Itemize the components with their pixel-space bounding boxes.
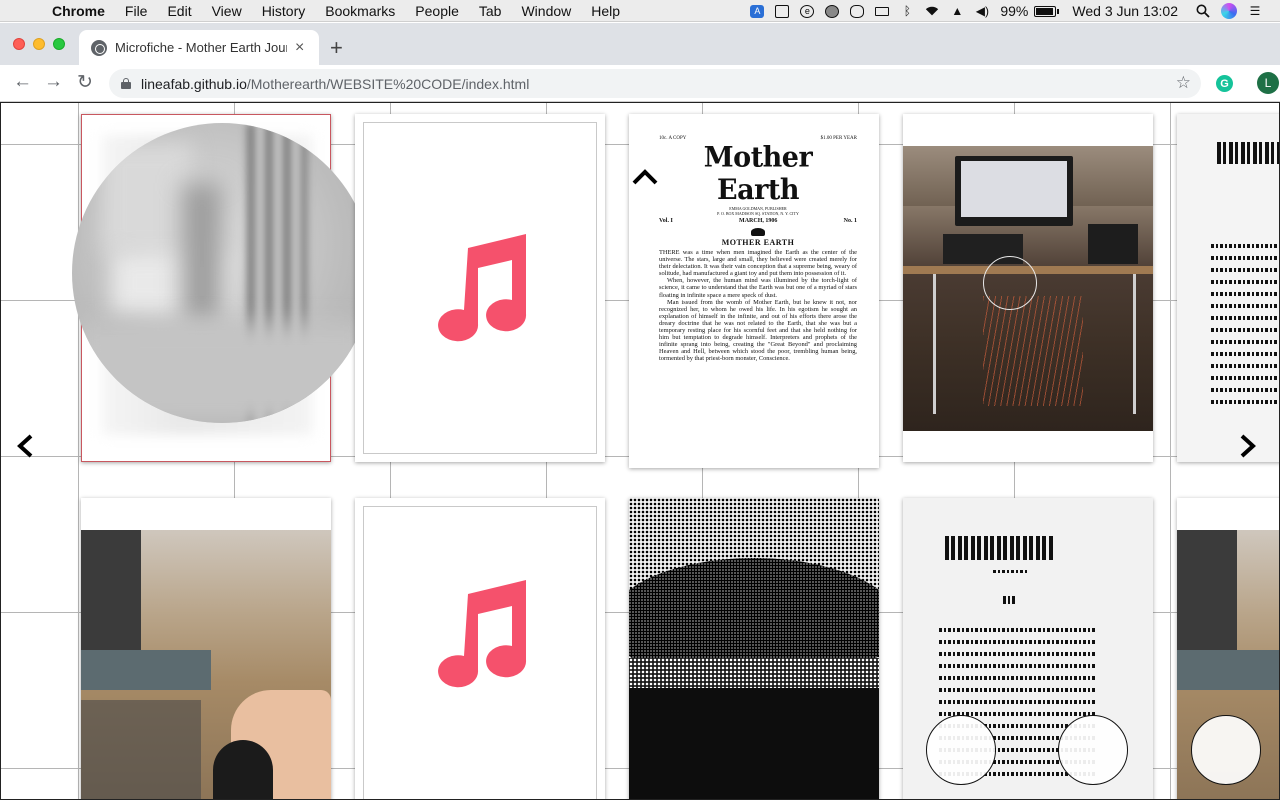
address-bar[interactable]: lineafab.github.io /Motherearth/WEBSITE%…: [109, 69, 1201, 98]
music-note-icon: [438, 234, 527, 342]
airplay-icon[interactable]: ▲: [950, 4, 964, 18]
doc-paragraph-3: Man issued from the womb of Mother Earth…: [659, 298, 857, 363]
spotlight-search-icon[interactable]: [1196, 4, 1210, 18]
menu-window[interactable]: Window: [521, 3, 571, 19]
macos-menubar: Chrome File Edit View History Bookmarks …: [0, 0, 1280, 22]
browser-toolbar: ← → ↻ lineafab.github.io /Motherearth/WE…: [0, 65, 1280, 102]
battery-fill: [1036, 7, 1054, 15]
microfiche-card-5[interactable]: [1177, 114, 1280, 462]
doc-number: No. 1: [843, 218, 857, 224]
music-note-icon-2: [438, 580, 527, 688]
notification-center-icon[interactable]: ☰: [1248, 4, 1262, 18]
menu-people[interactable]: People: [415, 3, 459, 19]
url-path: /Motherearth/WEBSITE%20CODE/index.html: [246, 75, 530, 92]
window-minimize-button[interactable]: [33, 38, 45, 50]
url-host: lineafab.github.io: [141, 75, 247, 92]
new-tab-button[interactable]: +: [330, 35, 343, 61]
degraded-text: [1177, 114, 1280, 462]
bluetooth-icon[interactable]: ᛒ: [900, 4, 914, 18]
lab-photo: [903, 146, 1153, 431]
menu-edit[interactable]: Edit: [167, 3, 191, 19]
forward-arrow-icon[interactable]: →: [44, 71, 63, 93]
doc-masthead: Mother Earth: [703, 141, 813, 207]
microfiche-card-4[interactable]: [903, 114, 1153, 462]
menu-app-name[interactable]: Chrome: [52, 3, 105, 19]
doc-section-title: MOTHER EARTH: [721, 238, 795, 247]
microfiche-card-2[interactable]: [355, 114, 605, 462]
circle-button-far-right[interactable]: [1191, 715, 1261, 785]
printer-icon[interactable]: [875, 6, 890, 16]
window-zoom-button[interactable]: [53, 38, 65, 50]
microfiche-card-3[interactable]: 10c. A COPY $1.00 PER YEAR Mother Earth …: [629, 114, 879, 468]
menu-view[interactable]: View: [212, 3, 242, 19]
evernote-icon[interactable]: e: [800, 4, 815, 18]
doc-price-right: $1.00 PER YEAR: [820, 136, 857, 141]
volume-icon[interactable]: ◀): [975, 4, 989, 18]
up-chevron-icon[interactable]: [632, 168, 658, 186]
doc-paragraph-2: When, however, the human mind was illumi…: [659, 277, 857, 299]
menu-help[interactable]: Help: [591, 3, 620, 19]
menu-tab[interactable]: Tab: [479, 3, 502, 19]
wifi-icon[interactable]: [925, 5, 939, 18]
prev-chevron-icon[interactable]: [16, 434, 34, 458]
siri-icon[interactable]: [1221, 3, 1237, 19]
ornament-icon: [751, 228, 765, 236]
display-icon[interactable]: [775, 4, 790, 18]
grammarly-extension-icon[interactable]: G: [1216, 75, 1233, 92]
doc-price-left: 10c. A COPY: [659, 136, 687, 141]
tab-title: Microfiche - Mother Earth Jour: [115, 40, 287, 55]
battery-icon[interactable]: [1034, 5, 1060, 17]
menu-file[interactable]: File: [125, 3, 148, 19]
magnifier-lens[interactable]: [72, 123, 372, 423]
doc-paragraph-1: THERE was a time when men imagined the E…: [659, 249, 857, 278]
mouse-photo: [81, 530, 331, 800]
circle-button-right[interactable]: [1058, 715, 1128, 785]
lock-icon[interactable]: [121, 78, 131, 89]
globe-icon: [91, 39, 107, 56]
window-close-button[interactable]: [13, 38, 25, 50]
mother-earth-page: 10c. A COPY $1.00 PER YEAR Mother Earth …: [659, 136, 857, 438]
circle-button-left[interactable]: [926, 715, 996, 785]
menubar-clock[interactable]: Wed 3 Jun 13:02: [1072, 3, 1178, 19]
next-chevron-icon[interactable]: [1239, 434, 1257, 458]
doc-volume: Vol. I: [659, 218, 673, 224]
status-app-icon[interactable]: A: [750, 4, 765, 18]
back-arrow-icon[interactable]: ←: [13, 71, 32, 93]
cloud-icon[interactable]: [850, 4, 865, 18]
doc-date: MARCH, 1906: [739, 218, 778, 224]
microfiche-viewport[interactable]: 10c. A COPY $1.00 PER YEAR Mother Earth …: [0, 102, 1280, 800]
tab-close-icon[interactable]: ×: [295, 39, 304, 57]
doc-address: P. O. BOX MADISON SQ. STATION, N. Y. CIT…: [717, 211, 799, 216]
microfiche-card-6[interactable]: [81, 498, 331, 800]
browser-tab-strip: Microfiche - Mother Earth Jour × +: [0, 23, 1280, 65]
microfiche-card-8[interactable]: [629, 498, 879, 800]
tab-microfiche[interactable]: Microfiche - Mother Earth Jour ×: [79, 30, 319, 65]
microfiche-card-7[interactable]: [355, 498, 605, 800]
spiral-icon[interactable]: [825, 4, 840, 18]
menu-bookmarks[interactable]: Bookmarks: [325, 3, 395, 19]
profile-avatar[interactable]: L: [1257, 72, 1279, 94]
bookmark-star-icon[interactable]: ☆: [1176, 73, 1191, 93]
reload-icon[interactable]: ↻: [77, 71, 93, 94]
battery-percent: 99%: [1000, 3, 1029, 19]
menu-history[interactable]: History: [262, 3, 306, 19]
